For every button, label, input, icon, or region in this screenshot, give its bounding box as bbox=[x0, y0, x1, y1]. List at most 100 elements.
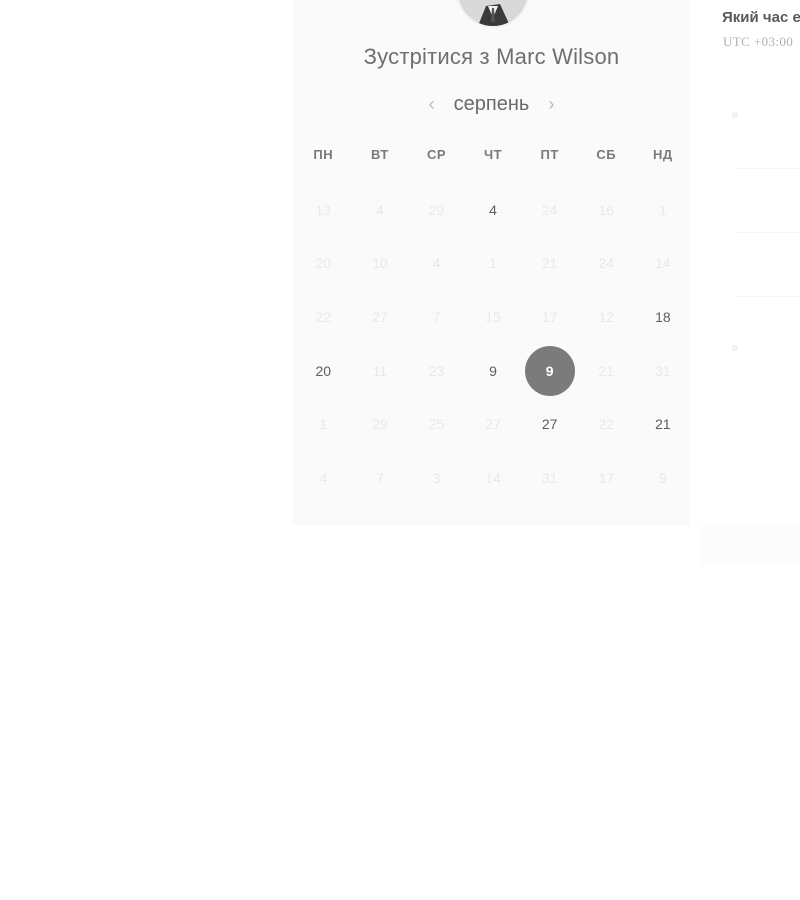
unavailable-day: 7 bbox=[408, 290, 465, 344]
selected-day-label: 9 bbox=[524, 345, 575, 396]
scheduler-panel: Зустрітися з Marc Wilson ‹ серпень › ПН В… bbox=[293, 0, 690, 525]
available-day[interactable]: 21 bbox=[635, 397, 692, 451]
unavailable-day: 17 bbox=[578, 451, 635, 505]
person-photo-icon bbox=[458, 0, 528, 26]
day-label: 7 bbox=[432, 308, 441, 325]
day-label: 24 bbox=[598, 255, 615, 272]
weekday-label: НД bbox=[653, 147, 673, 162]
weekday-label: ЧТ bbox=[484, 147, 503, 162]
unavailable-day: 29 bbox=[408, 183, 465, 237]
day-label: 11 bbox=[372, 362, 388, 379]
day-label: 7 bbox=[375, 469, 384, 486]
unavailable-day: 22 bbox=[578, 397, 635, 451]
day-label: 21 bbox=[541, 255, 558, 272]
weekday-label: ПТ bbox=[540, 147, 559, 162]
unavailable-day: 4 bbox=[352, 183, 409, 237]
unavailable-day: 21 bbox=[521, 237, 578, 291]
unavailable-day: 10 bbox=[352, 237, 409, 291]
unavailable-day: 15 bbox=[465, 290, 522, 344]
unavailable-day: 23 bbox=[408, 344, 465, 398]
unavailable-day: 16 bbox=[578, 183, 635, 237]
day-label: 10 bbox=[372, 255, 388, 272]
day-label: 16 bbox=[598, 201, 615, 218]
day-label: 4 bbox=[432, 255, 441, 272]
day-label: 23 bbox=[428, 362, 445, 379]
unavailable-day: 31 bbox=[521, 451, 578, 505]
day-label: 4 bbox=[489, 201, 497, 218]
unavailable-day: 4 bbox=[295, 451, 352, 505]
unavailable-day: 24 bbox=[578, 237, 635, 291]
day-label: 31 bbox=[655, 362, 671, 379]
chevron-right-icon[interactable]: › bbox=[541, 94, 561, 114]
unavailable-day: 1 bbox=[635, 183, 692, 237]
day-label: 25 bbox=[428, 416, 445, 433]
timezone-label[interactable]: UTC +03:00 bbox=[723, 34, 793, 50]
unavailable-day: 31 bbox=[635, 344, 692, 398]
weekday-label: СР bbox=[426, 147, 447, 162]
unavailable-day: 7 bbox=[352, 451, 409, 505]
available-day[interactable]: 18 bbox=[635, 290, 692, 344]
day-label: 18 bbox=[655, 308, 671, 325]
day-label: 21 bbox=[655, 416, 671, 433]
unavailable-day: 27 bbox=[352, 290, 409, 344]
weekday-label: СБ bbox=[596, 147, 617, 162]
day-label: 12 bbox=[598, 308, 615, 325]
day-label: 20 bbox=[315, 362, 332, 379]
available-day[interactable]: 27 bbox=[521, 397, 578, 451]
day-label: 9 bbox=[489, 362, 497, 379]
day-label: 17 bbox=[541, 308, 558, 325]
unavailable-day: 4 bbox=[408, 237, 465, 291]
day-label: 27 bbox=[372, 308, 388, 325]
unavailable-day: 20 bbox=[295, 237, 352, 291]
faded-divider bbox=[735, 232, 800, 233]
unavailable-day: 13 bbox=[295, 183, 352, 237]
day-label: 9 bbox=[658, 469, 667, 486]
month-navigation: ‹ серпень › bbox=[293, 90, 690, 118]
unavailable-day: 27 bbox=[465, 397, 522, 451]
faded-area bbox=[700, 525, 800, 565]
unavailable-day: 17 bbox=[521, 290, 578, 344]
weekday-header: ПН ВТ СР ЧТ ПТ СБ НД bbox=[295, 147, 691, 162]
unavailable-day: 11 bbox=[352, 344, 409, 398]
unavailable-day: 1 bbox=[295, 397, 352, 451]
day-label: 29 bbox=[428, 201, 445, 218]
day-label: 13 bbox=[315, 201, 332, 218]
day-label: 14 bbox=[485, 469, 501, 486]
day-label: 4 bbox=[319, 469, 328, 486]
day-label: 24 bbox=[541, 201, 558, 218]
day-label: 21 bbox=[598, 362, 615, 379]
available-day[interactable]: 9 bbox=[465, 344, 522, 398]
avatar bbox=[456, 0, 530, 28]
day-label: 1 bbox=[489, 255, 497, 272]
unavailable-day: 29 bbox=[352, 397, 409, 451]
unavailable-day: 14 bbox=[635, 237, 692, 291]
weekday-label: ПН bbox=[313, 147, 334, 162]
chevron-left-icon[interactable]: ‹ bbox=[422, 94, 442, 114]
unavailable-day: 12 bbox=[578, 290, 635, 344]
day-label: 15 bbox=[485, 308, 501, 325]
unavailable-day: 22 bbox=[295, 290, 352, 344]
calendar-grid: 13 4 29 4 24 16 1 20 10 4 1 21 24 14 22 27 7 15 17 12 18 20 11… bbox=[295, 183, 691, 505]
available-day[interactable]: 20 bbox=[295, 344, 352, 398]
unavailable-day: 14 bbox=[465, 451, 522, 505]
available-day[interactable]: 4 bbox=[465, 183, 522, 237]
unavailable-day: 3 bbox=[408, 451, 465, 505]
selected-day[interactable]: 9 bbox=[521, 344, 578, 398]
day-label: 27 bbox=[541, 416, 558, 433]
time-question: Який час е bbox=[722, 9, 800, 26]
day-label: 1 bbox=[658, 201, 667, 218]
day-label: 14 bbox=[655, 255, 671, 272]
unavailable-day: 1 bbox=[465, 237, 522, 291]
day-label: 22 bbox=[598, 416, 615, 433]
unavailable-day: 24 bbox=[521, 183, 578, 237]
day-label: 17 bbox=[598, 469, 615, 486]
month-label: серпень bbox=[453, 92, 530, 115]
day-label: 1 bbox=[319, 416, 328, 433]
day-label: 3 bbox=[432, 469, 441, 486]
faded-divider bbox=[735, 168, 800, 169]
faded-time-slot-marker bbox=[732, 345, 738, 351]
faded-time-slot-marker bbox=[732, 112, 738, 118]
unavailable-day: 9 bbox=[635, 451, 692, 505]
day-label: 29 bbox=[372, 416, 388, 433]
day-label: 4 bbox=[375, 201, 384, 218]
